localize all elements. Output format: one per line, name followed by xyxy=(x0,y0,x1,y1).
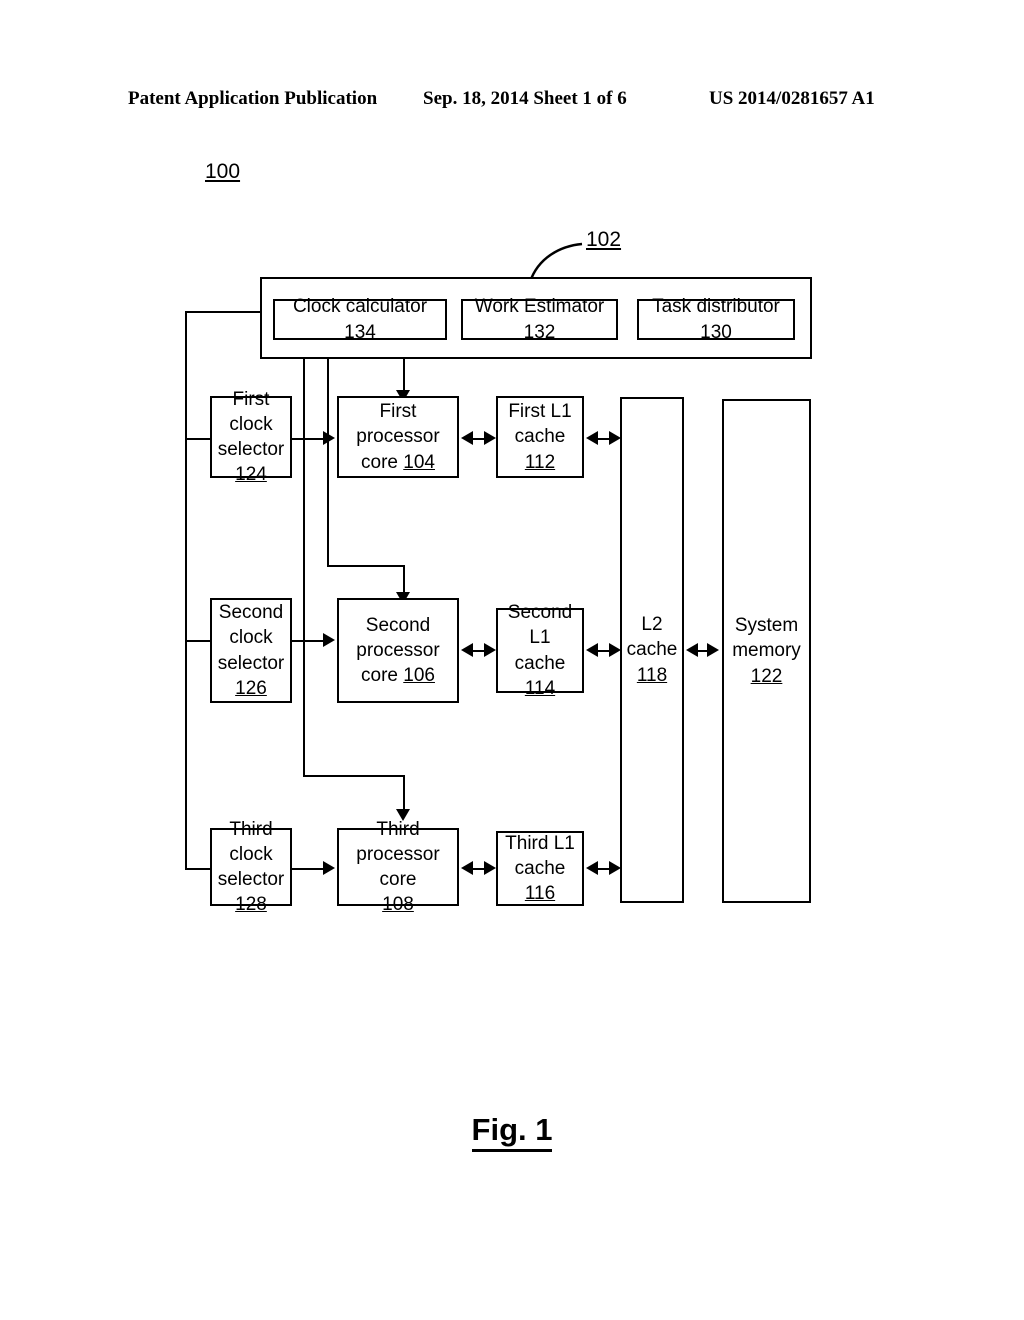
first-clock-selector-ref: 124 xyxy=(235,464,267,486)
header-date-sheet: Sep. 18, 2014 Sheet 1 of 6 xyxy=(423,88,627,109)
first-processor-core-label: First processor core 104 xyxy=(356,401,440,473)
second-clock-selector-label: Second clock selector 126 xyxy=(217,602,285,699)
l2-cache-ref: 118 xyxy=(636,664,668,686)
work-estimator-ref: 132 xyxy=(523,321,556,343)
core1-l1-arrow-right xyxy=(484,431,496,445)
selector3-to-core3-line xyxy=(292,868,324,870)
first-clock-selector-label: First clock selector 124 xyxy=(217,388,285,486)
figure-caption: Fig. 1 xyxy=(0,1112,1024,1152)
third-processor-core-box[interactable]: Third processor core 108 xyxy=(337,819,459,915)
third-clock-selector-label: Third clock selector 128 xyxy=(217,818,285,916)
third-l1-cache-ref: 116 xyxy=(524,883,556,905)
control-to-core2-horizontal xyxy=(327,565,405,567)
system-memory-label: System memory 122 xyxy=(732,615,801,687)
bus-top-stub xyxy=(185,311,262,313)
second-processor-core-ref: 106 xyxy=(403,665,435,687)
system-reference-numeral: 100 xyxy=(205,160,241,183)
l2-memory-arrow-right xyxy=(707,643,719,657)
first-clock-selector-box[interactable]: First clock selector 124 xyxy=(210,389,292,485)
third-l1-cache-label: Third L1 cache 116 xyxy=(505,832,575,905)
clock-calculator-ref: 134 xyxy=(344,321,376,343)
core2-l1-arrow-right xyxy=(484,643,496,657)
third-clock-selector-box[interactable]: Third clock selector 128 xyxy=(210,819,292,915)
clock-calculator-box[interactable]: Clock calculator 134 xyxy=(273,296,447,343)
first-l1-cache-label: First L1 cache 112 xyxy=(508,401,572,473)
third-l1-cache-box[interactable]: Third L1 cache 116 xyxy=(496,831,584,906)
selector1-to-core1-arrowhead xyxy=(323,431,335,445)
task-distributor-label: Task distributor 130 xyxy=(652,296,780,343)
selector1-to-core1-line xyxy=(292,438,324,440)
bus-branch-third-selector xyxy=(185,868,210,870)
third-processor-core-label: Third processor core 108 xyxy=(356,818,440,916)
selector2-to-core2-line xyxy=(292,640,324,642)
task-distributor-box[interactable]: Task distributor 130 xyxy=(637,296,795,343)
second-clock-selector-box[interactable]: Second clock selector 126 xyxy=(210,598,292,703)
control-to-core3-vertical xyxy=(303,359,305,777)
l2-cache-label: L2 cache 118 xyxy=(626,614,678,686)
header-publication-type: Patent Application Publication xyxy=(128,88,378,109)
work-estimator-label: Work Estimator 132 xyxy=(474,296,605,343)
l2-cache-box[interactable]: L2 cache 118 xyxy=(620,397,684,903)
selector3-to-core3-arrowhead xyxy=(323,861,335,875)
header-patent-number: US 2014/0281657 A1 xyxy=(709,88,875,109)
second-l1-cache-label: Second L1 cache 114 xyxy=(507,602,573,699)
control-to-core3-horizontal xyxy=(303,775,405,777)
system-memory-box[interactable]: System memory 122 xyxy=(722,399,811,903)
publication-header: Patent Application Publication Sep. 18, … xyxy=(0,88,1024,114)
work-estimator-box[interactable]: Work Estimator 132 xyxy=(461,296,618,343)
second-l1-cache-ref: 114 xyxy=(524,677,556,699)
second-l1-cache-box[interactable]: Second L1 cache 114 xyxy=(496,602,584,699)
control-to-core1-vertical xyxy=(403,359,405,393)
third-processor-core-ref: 108 xyxy=(382,894,414,916)
third-clock-selector-ref: 128 xyxy=(235,894,267,916)
second-processor-core-box[interactable]: Second processor core 106 xyxy=(337,598,459,703)
first-l1-cache-box[interactable]: First L1 cache 112 xyxy=(496,396,584,478)
task-distributor-ref: 130 xyxy=(700,321,732,343)
selector2-to-core2-arrowhead xyxy=(323,633,335,647)
clock-calculator-label: Clock calculator 134 xyxy=(292,296,428,343)
bus-branch-second-selector xyxy=(185,640,210,642)
control-to-core3-drop xyxy=(403,775,405,812)
first-l1-cache-ref: 112 xyxy=(524,451,556,473)
control-to-core2-vertical xyxy=(327,359,329,567)
second-processor-core-label: Second processor core 106 xyxy=(356,614,440,687)
core3-l1-arrow-right xyxy=(484,861,496,875)
second-clock-selector-ref: 126 xyxy=(235,677,267,699)
clock-bus-vertical xyxy=(185,311,187,870)
bus-branch-first-selector xyxy=(185,438,210,440)
first-processor-core-box[interactable]: First processor core 104 xyxy=(337,396,459,478)
patent-figure-page: Patent Application Publication Sep. 18, … xyxy=(0,0,1024,1320)
first-processor-core-ref: 104 xyxy=(403,451,435,473)
control-to-core2-drop xyxy=(403,565,405,595)
system-memory-ref: 122 xyxy=(750,665,783,687)
